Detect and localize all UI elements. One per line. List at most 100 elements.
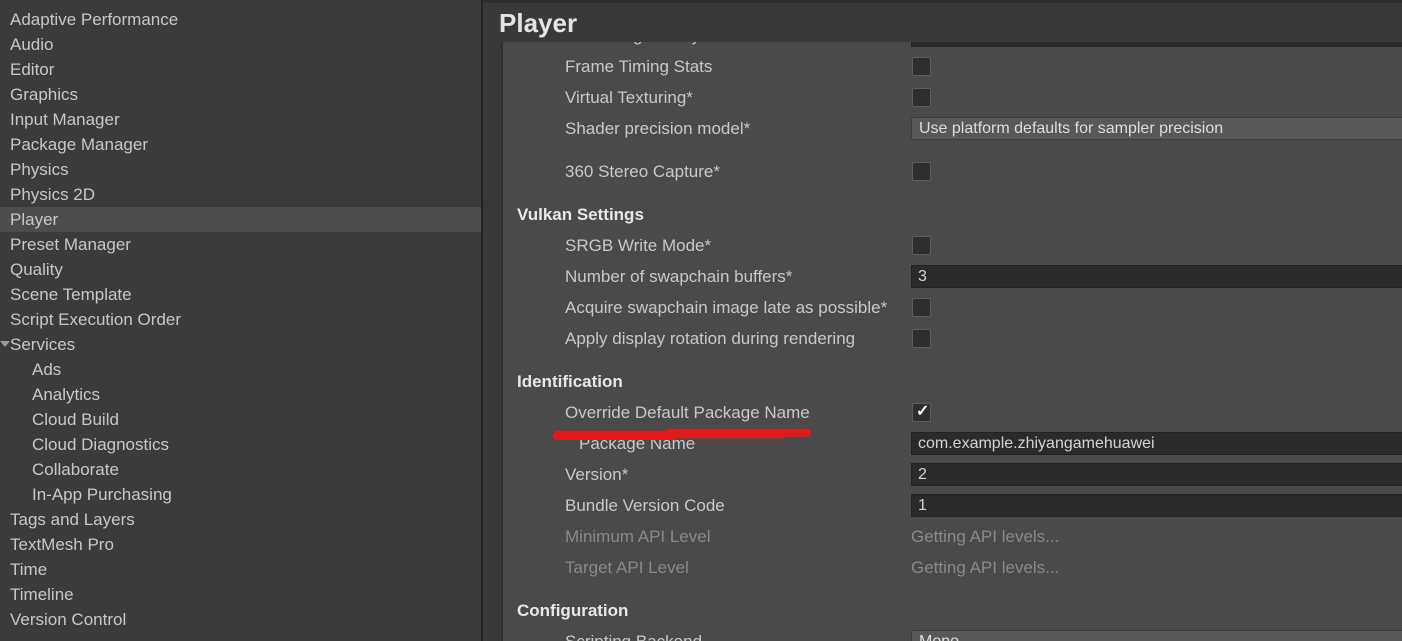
sidebar-item-tags-and-layers[interactable]: Tags and Layers bbox=[0, 507, 481, 532]
sidebar-item-label: Input Manager bbox=[10, 107, 120, 132]
section-header-identification: Identification bbox=[503, 366, 1402, 397]
setting-row-acquire-swapchain-late[interactable]: Acquire swapchain image late as possible… bbox=[503, 292, 1402, 323]
sidebar-item-label: Physics 2D bbox=[10, 182, 95, 207]
sidebar-item-adaptive-performance[interactable]: Adaptive Performance bbox=[0, 7, 481, 32]
apply-display-rotation-checkbox[interactable] bbox=[912, 329, 931, 348]
sidebar-item-label: Package Manager bbox=[10, 132, 148, 157]
virtual-texturing-checkbox[interactable] bbox=[912, 88, 931, 107]
player-settings-panel: Player Streaming Priority 0 Frame Timing… bbox=[483, 0, 1402, 641]
setting-row-virtual-texturing[interactable]: Virtual Texturing* bbox=[503, 82, 1402, 113]
settings-category-sidebar[interactable]: Adaptive PerformanceAudioEditorGraphicsI… bbox=[0, 0, 483, 641]
sidebar-item-label: Ads bbox=[32, 357, 61, 382]
setting-row-streaming-priority[interactable]: Streaming Priority 0 bbox=[503, 42, 1402, 51]
chevron-down-icon[interactable] bbox=[0, 341, 10, 347]
acquire-swapchain-late-checkbox[interactable] bbox=[912, 298, 931, 317]
setting-row-360-stereo-capture[interactable]: 360 Stereo Capture* bbox=[503, 156, 1402, 187]
sidebar-item-package-manager[interactable]: Package Manager bbox=[0, 132, 481, 157]
scripting-backend-dropdown[interactable]: Mono bbox=[911, 630, 1402, 641]
checkmark-icon: ✓ bbox=[916, 402, 929, 421]
frame-timing-stats-label: Frame Timing Stats bbox=[565, 51, 712, 82]
panel-top-divider bbox=[483, 0, 1402, 3]
setting-row-shader-precision-model[interactable]: Shader precision model* Use platform def… bbox=[503, 113, 1402, 144]
sidebar-item-input-manager[interactable]: Input Manager bbox=[0, 107, 481, 132]
page-title: Player bbox=[483, 4, 1402, 42]
streaming-priority-input[interactable]: 0 bbox=[911, 42, 1402, 47]
sidebar-item-physics-2d[interactable]: Physics 2D bbox=[0, 182, 481, 207]
sidebar-item-label: Script Execution Order bbox=[10, 307, 181, 332]
sidebar-item-collaborate[interactable]: Collaborate bbox=[0, 457, 481, 482]
setting-row-target-api-level: Target API Level Getting API levels... bbox=[503, 552, 1402, 583]
setting-row-override-default-package-name[interactable]: Override Default Package Name ✓ bbox=[503, 397, 1402, 428]
bundle-version-code-label: Bundle Version Code bbox=[565, 490, 725, 521]
sidebar-item-label: Quality bbox=[10, 257, 63, 282]
sidebar-item-label: Scene Template bbox=[10, 282, 132, 307]
setting-row-package-name[interactable]: Package Name com.example.zhiyangamehuawe… bbox=[503, 428, 1402, 459]
sidebar-item-graphics[interactable]: Graphics bbox=[0, 82, 481, 107]
stereo-capture-checkbox[interactable] bbox=[912, 162, 931, 181]
row-spacer bbox=[503, 144, 1402, 156]
row-spacer bbox=[503, 583, 1402, 595]
virtual-texturing-label: Virtual Texturing* bbox=[565, 82, 693, 113]
sidebar-item-preset-manager[interactable]: Preset Manager bbox=[0, 232, 481, 257]
sidebar-item-label: Version Control bbox=[10, 607, 126, 632]
sidebar-item-analytics[interactable]: Analytics bbox=[0, 382, 481, 407]
row-spacer bbox=[503, 354, 1402, 366]
sidebar-item-quality[interactable]: Quality bbox=[0, 257, 481, 282]
setting-row-frame-timing-stats[interactable]: Frame Timing Stats bbox=[503, 51, 1402, 82]
sidebar-item-label: TextMesh Pro bbox=[10, 532, 114, 557]
sidebar-item-label: Adaptive Performance bbox=[10, 7, 178, 32]
sidebar-item-cloud-diagnostics[interactable]: Cloud Diagnostics bbox=[0, 432, 481, 457]
shader-precision-model-label: Shader precision model* bbox=[565, 113, 750, 144]
sidebar-item-label: Analytics bbox=[32, 382, 100, 407]
section-header-vulkan-settings: Vulkan Settings bbox=[503, 199, 1402, 230]
sidebar-item-audio[interactable]: Audio bbox=[0, 32, 481, 57]
sidebar-item-cloud-build[interactable]: Cloud Build bbox=[0, 407, 481, 432]
sidebar-item-script-execution-order[interactable]: Script Execution Order bbox=[0, 307, 481, 332]
package-name-label: Package Name bbox=[579, 428, 695, 459]
sidebar-item-in-app-purchasing[interactable]: In-App Purchasing bbox=[0, 482, 481, 507]
package-name-input[interactable]: com.example.zhiyangamehuawei bbox=[911, 432, 1402, 455]
target-api-level-label: Target API Level bbox=[565, 552, 689, 583]
sidebar-item-label: Collaborate bbox=[32, 457, 119, 482]
streaming-priority-label: Streaming Priority bbox=[565, 42, 700, 51]
setting-row-minimum-api-level: Minimum API Level Getting API levels... bbox=[503, 521, 1402, 552]
sidebar-item-label: Services bbox=[10, 332, 75, 357]
setting-row-srgb-write-mode[interactable]: SRGB Write Mode* bbox=[503, 230, 1402, 261]
setting-row-scripting-backend[interactable]: Scripting Backend Mono bbox=[503, 626, 1402, 641]
sidebar-item-label: Editor bbox=[10, 57, 54, 82]
sidebar-item-time[interactable]: Time bbox=[0, 557, 481, 582]
version-input[interactable]: 2 bbox=[911, 463, 1402, 486]
minimum-api-level-label: Minimum API Level bbox=[565, 521, 711, 552]
setting-row-swapchain-buffers[interactable]: Number of swapchain buffers* 3 bbox=[503, 261, 1402, 292]
sidebar-item-physics[interactable]: Physics bbox=[0, 157, 481, 182]
row-spacer bbox=[503, 187, 1402, 199]
section-header-configuration: Configuration bbox=[503, 595, 1402, 626]
sidebar-item-label: Cloud Diagnostics bbox=[32, 432, 169, 457]
setting-row-apply-display-rotation[interactable]: Apply display rotation during rendering bbox=[503, 323, 1402, 354]
srgb-write-mode-checkbox[interactable] bbox=[912, 236, 931, 255]
override-package-name-checkbox[interactable]: ✓ bbox=[912, 403, 931, 422]
bundle-version-code-input[interactable]: 1 bbox=[911, 494, 1402, 517]
version-label: Version* bbox=[565, 459, 628, 490]
shader-precision-model-dropdown[interactable]: Use platform defaults for sampler precis… bbox=[911, 117, 1402, 140]
setting-row-version[interactable]: Version* 2 bbox=[503, 459, 1402, 490]
sidebar-item-label: Timeline bbox=[10, 582, 74, 607]
vulkan-settings-header-label: Vulkan Settings bbox=[517, 199, 644, 230]
sidebar-item-label: Tags and Layers bbox=[10, 507, 135, 532]
swapchain-buffers-label: Number of swapchain buffers* bbox=[565, 261, 792, 292]
sidebar-item-version-control[interactable]: Version Control bbox=[0, 607, 481, 632]
sidebar-item-player[interactable]: Player bbox=[0, 207, 481, 232]
sidebar-item-editor[interactable]: Editor bbox=[0, 57, 481, 82]
sidebar-item-textmesh-pro[interactable]: TextMesh Pro bbox=[0, 532, 481, 557]
sidebar-item-ads[interactable]: Ads bbox=[0, 357, 481, 382]
sidebar-item-services[interactable]: Services bbox=[0, 332, 481, 357]
sidebar-item-timeline[interactable]: Timeline bbox=[0, 582, 481, 607]
swapchain-buffers-input[interactable]: 3 bbox=[911, 265, 1402, 288]
setting-row-bundle-version-code[interactable]: Bundle Version Code 1 bbox=[503, 490, 1402, 521]
sidebar-item-label: Player bbox=[10, 207, 58, 232]
settings-scroll-area[interactable]: Streaming Priority 0 Frame Timing Stats … bbox=[501, 42, 1402, 641]
sidebar-item-scene-template[interactable]: Scene Template bbox=[0, 282, 481, 307]
frame-timing-stats-checkbox[interactable] bbox=[912, 57, 931, 76]
sidebar-item-label: Cloud Build bbox=[32, 407, 119, 432]
srgb-write-mode-label: SRGB Write Mode* bbox=[565, 230, 711, 261]
